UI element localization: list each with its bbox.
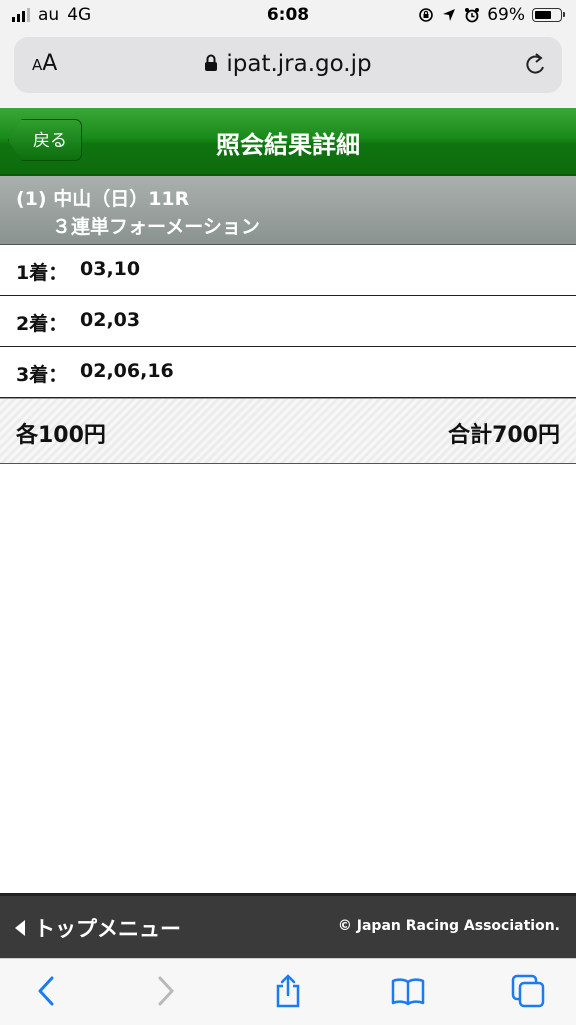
battery-icon — [532, 8, 565, 22]
chevron-right-icon — [158, 976, 174, 1006]
place-label: 3着： — [16, 364, 68, 386]
bookmarks-button[interactable] — [390, 973, 426, 1009]
horse-numbers: 02,03 — [80, 309, 141, 331]
bet-type: ３連単フォーメーション — [52, 216, 260, 238]
chevron-left-icon — [38, 976, 54, 1006]
status-bar: au 4G 6:08 69% — [0, 0, 576, 32]
place-label: 1着： — [16, 262, 68, 284]
list-item: 2着： 02,03 — [0, 296, 576, 347]
battery-fill — [535, 11, 551, 19]
lock-icon — [204, 52, 218, 78]
horse-numbers: 02,06,16 — [80, 360, 174, 382]
url-display[interactable]: ipat.jra.go.jp — [14, 51, 562, 78]
status-right: 69% — [418, 5, 565, 25]
tabs-button[interactable] — [510, 973, 546, 1009]
list-item: 3着： 02,06,16 — [0, 347, 576, 398]
race-title: (1) 中山（日）11R — [16, 188, 190, 210]
page-title: 照会結果詳細 — [216, 131, 360, 159]
place-label: 2着： — [16, 313, 68, 335]
top-menu-link[interactable]: トップメニュー — [14, 913, 181, 943]
reload-icon[interactable] — [524, 52, 548, 82]
total-amount: 合計700円 — [448, 423, 560, 448]
browser-top: AA ipat.jra.go.jp — [0, 32, 576, 108]
url-text: ipat.jra.go.jp — [226, 51, 372, 77]
triangle-left-icon — [15, 920, 25, 936]
orientation-lock-icon — [418, 7, 434, 23]
unit-amount: 各100円 — [16, 423, 106, 448]
url-bar[interactable]: AA ipat.jra.go.jp — [14, 37, 562, 93]
horse-numbers: 03,10 — [80, 258, 141, 280]
safari-toolbar — [0, 958, 576, 1025]
race-info: (1) 中山（日）11R ３連単フォーメーション — [0, 176, 576, 245]
share-button[interactable] — [270, 973, 306, 1009]
alarm-icon — [464, 7, 480, 23]
back-nav-button[interactable] — [28, 973, 64, 1009]
battery-percent: 69% — [487, 5, 525, 25]
footer-bar: トップメニュー © Japan Racing Association. — [0, 893, 576, 958]
app-header: 戻る 照会結果詳細 — [0, 108, 576, 176]
book-icon — [391, 978, 425, 1006]
list-item: 1着： 03,10 — [0, 245, 576, 296]
amount-summary: 各100円 合計700円 — [0, 398, 576, 464]
share-icon — [276, 974, 300, 1008]
top-menu-label: トップメニュー — [34, 917, 181, 941]
location-icon — [441, 7, 457, 23]
tabs-icon — [511, 974, 545, 1008]
forward-nav-button[interactable] — [148, 973, 184, 1009]
copyright: © Japan Racing Association. — [337, 918, 560, 934]
